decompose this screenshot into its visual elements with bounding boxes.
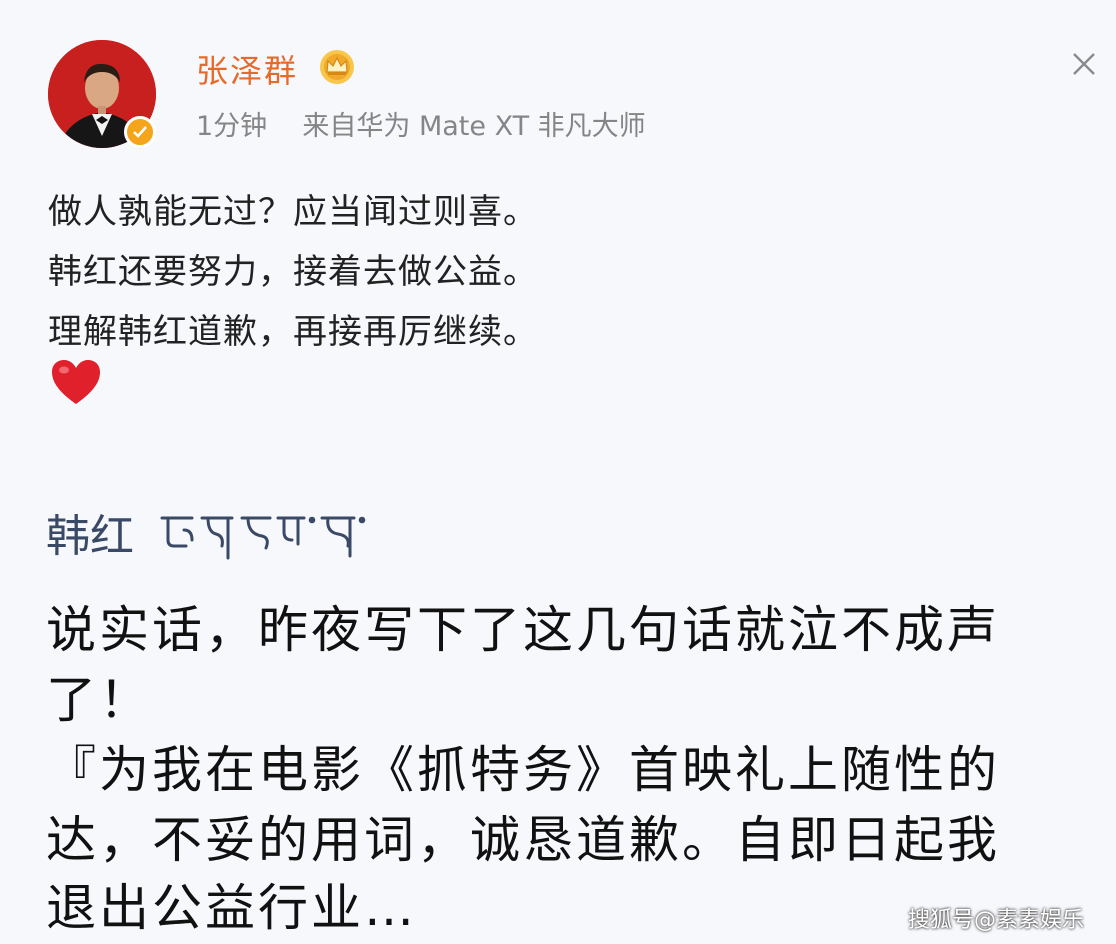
weibo-post-card: 张泽群 1分钟 来自华为 Mate XT 非凡大师 做人孰能无过？应当闻过则喜。… (0, 0, 1116, 944)
heart-emoji-icon (50, 358, 102, 406)
embedded-author-name: 韩红 (46, 511, 134, 562)
author-name[interactable]: 张泽群 (196, 46, 298, 92)
embedded-author-name-tibetan (158, 500, 378, 570)
post-text-line: 韩红还要努力，接着去做公益。 (48, 252, 538, 292)
verified-badge-icon (124, 116, 156, 148)
post-text-line: 理解韩红道歉，再接再厉继续。 (48, 312, 538, 352)
embedded-text-line: 退出公益行业… (46, 879, 417, 937)
post-timestamp: 1分钟 (196, 111, 268, 142)
watermark: 搜狐号@素素娱乐 (908, 908, 1085, 933)
post-meta: 1分钟 来自华为 Mate XT 非凡大师 (196, 104, 646, 143)
embedded-text-line: 了！ (46, 671, 152, 729)
embedded-text-line: 『为我在电影《抓特务》首映礼上随性的 (46, 741, 1000, 799)
embedded-text-line: 达，不妥的用词，诚恳道歉。自即日起我 (46, 811, 1000, 869)
crown-badge-icon (318, 48, 356, 86)
embedded-text-line: 说实话，昨夜写下了这几句话就泣不成声 (46, 601, 1000, 659)
close-icon[interactable] (1068, 48, 1100, 80)
post-text-line: 做人孰能无过？应当闻过则喜。 (48, 192, 538, 232)
post-source: 来自华为 Mate XT 非凡大师 (302, 111, 646, 142)
